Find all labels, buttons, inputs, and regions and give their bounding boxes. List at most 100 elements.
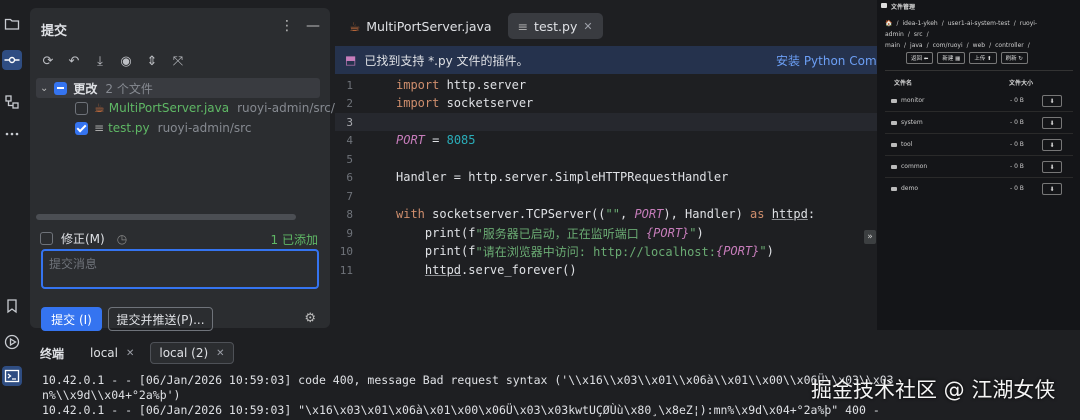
breadcrumb-item[interactable]: controller — [995, 42, 1024, 49]
close-icon[interactable]: ✕ — [583, 20, 592, 33]
refresh-button[interactable]: 刷新 ↻ — [1000, 52, 1029, 64]
close-icon[interactable]: ✕ — [126, 348, 134, 359]
chevron-down-icon[interactable]: ⌄ — [40, 83, 48, 94]
minimize-icon[interactable]: — — [306, 18, 320, 34]
amend-option[interactable]: 修正(M) ◷ — [40, 230, 127, 247]
code-line: 10 print(f "请在浏览器中访问: http://localhost: {P… — [335, 242, 877, 260]
structure-icon[interactable] — [2, 92, 22, 112]
changes-checkbox[interactable] — [54, 81, 68, 95]
divider — [885, 155, 1073, 156]
commit-and-push-button[interactable]: 提交并推送(P)... — [108, 307, 213, 331]
line-number: 5 — [346, 152, 353, 166]
code-line: 8 with socketserver.TCPServer(("", PORT)… — [335, 205, 877, 223]
file-checkbox[interactable] — [75, 121, 88, 135]
terminal-tabs: 终端 local ✕ local (2) ✕ — [30, 342, 234, 364]
back-button[interactable]: 返回 ⬅ — [906, 52, 934, 64]
file-row[interactable]: ☕ MultiPortServer.java ruoyi-admin/src/m… — [75, 98, 365, 118]
changes-group-row[interactable]: ⌄ 更改 2 个文件 — [36, 78, 320, 98]
amend-label: 修正(M) — [61, 232, 105, 246]
breadcrumb-item[interactable]: java — [910, 42, 923, 49]
list-item[interactable]: common - 0 B ⬇ — [891, 161, 1069, 181]
file-checkbox[interactable] — [75, 101, 88, 115]
breadcrumb-item[interactable]: com/ruoyi — [933, 42, 963, 49]
horizontal-scrollbar[interactable] — [36, 214, 296, 220]
line-number: 3 — [346, 115, 353, 129]
editor-tabs: ☕ MultiPortServer.java ≡ test.py ✕ — [335, 8, 877, 44]
divider — [885, 111, 1073, 112]
new-button[interactable]: 新建 ▦ — [937, 52, 966, 64]
terminal-icon[interactable] — [2, 366, 22, 386]
terminal-panel: 终端 local ✕ local (2) ✕ 10.42.0.1 - - [06… — [30, 336, 1080, 420]
options-icon[interactable]: ⋮ — [280, 18, 294, 34]
refresh-icon[interactable]: ⟳ — [40, 53, 56, 69]
file-size: - 0 B — [1010, 141, 1024, 148]
more-icon[interactable] — [2, 124, 22, 144]
collapse-all-icon[interactable]: ⤧ — [170, 53, 186, 69]
download-button[interactable]: ⬇ — [1042, 117, 1062, 129]
upload-button[interactable]: 上传 ⬆ — [969, 52, 997, 64]
divider — [885, 70, 1073, 71]
expand-panel-button[interactable]: » — [864, 230, 876, 244]
download-icon[interactable]: ⤓ — [92, 53, 108, 69]
commit-button[interactable]: 提交 (I) — [41, 307, 102, 331]
home-icon[interactable]: 🏠 — [885, 20, 892, 27]
download-button[interactable]: ⬇ — [1042, 161, 1062, 173]
download-button[interactable]: ⬇ — [1042, 139, 1062, 151]
column-header-size: 文件大小 — [1009, 80, 1034, 87]
folder-name[interactable]: monitor — [901, 97, 924, 104]
tab-multiportserver[interactable]: ☕ MultiPortServer.java — [339, 13, 502, 39]
list-item[interactable]: monitor - 0 B ⬇ — [891, 95, 1069, 115]
puzzle-icon: ⬒ — [345, 53, 357, 67]
file-name: MultiPortServer.java — [108, 101, 230, 115]
folder-icon[interactable] — [2, 14, 22, 34]
commit-message-input[interactable] — [43, 251, 317, 287]
file-row[interactable]: ≡ test.py ruoyi-admin/src — [75, 118, 251, 138]
folder-icon — [891, 186, 897, 191]
folder-icon — [891, 120, 897, 125]
download-button[interactable]: ⬇ — [1042, 95, 1062, 107]
folder-name[interactable]: system — [901, 119, 923, 126]
run-icon[interactable] — [2, 332, 22, 352]
eye-icon[interactable]: ◉ — [118, 53, 134, 69]
changes-label: 更改 — [73, 81, 98, 96]
clock-icon[interactable]: ◷ — [117, 232, 127, 246]
bookmark-icon[interactable] — [2, 296, 22, 316]
watermark: 掘金技术社区 @ 江湖女侠 — [811, 378, 1056, 402]
rollback-icon[interactable]: ↶ — [66, 53, 82, 69]
line-number: 11 — [339, 263, 353, 277]
folder-name[interactable]: tool — [901, 141, 912, 148]
line-number: 1 — [346, 78, 353, 92]
commit-panel: 提交 ⋮ — ⟳ ↶ ⤓ ◉ ⇕ ⤧ ⌄ 更改 2 个文件 ☕ MultiPor… — [30, 8, 365, 331]
gear-icon[interactable]: ⚙ — [304, 311, 316, 326]
tab-test-py[interactable]: ≡ test.py ✕ — [507, 13, 603, 39]
code-line: 2 import socketserver — [335, 94, 877, 112]
breadcrumb-item[interactable]: web — [973, 42, 985, 49]
commit-message-box[interactable] — [41, 249, 319, 289]
code-area[interactable]: 1 import http.server 2 import socketserv… — [335, 76, 877, 328]
code-line: 6 Handler = http.server.SimpleHTTPReques… — [335, 168, 877, 186]
breadcrumb-item[interactable]: src — [914, 31, 923, 38]
download-button[interactable]: ⬇ — [1042, 183, 1062, 195]
list-item[interactable]: system - 0 B ⬇ — [891, 117, 1069, 137]
tab-local-2[interactable]: local (2) ✕ — [150, 342, 234, 364]
breadcrumb-item[interactable]: user1-ai-system-test — [948, 20, 1010, 27]
line-number: 10 — [339, 244, 353, 258]
java-file-icon: ☕ — [94, 101, 105, 115]
breadcrumb-item[interactable]: main — [885, 42, 900, 49]
list-item[interactable]: demo - 0 B ⬇ — [891, 183, 1069, 203]
commit-icon[interactable] — [2, 50, 22, 70]
line-number: 7 — [346, 189, 353, 203]
amend-checkbox[interactable] — [40, 232, 53, 245]
expand-all-icon[interactable]: ⇕ — [144, 53, 160, 69]
install-plugin-link[interactable]: 安装 Python Comm — [776, 52, 877, 69]
close-icon[interactable]: ✕ — [216, 348, 224, 359]
tab-local[interactable]: local ✕ — [82, 342, 142, 364]
tab-label: MultiPortServer.java — [366, 18, 492, 34]
folder-name[interactable]: demo — [901, 185, 918, 192]
list-item[interactable]: tool - 0 B ⬇ — [891, 139, 1069, 159]
notice-text: 已找到支持 *.py 文件的插件。 — [364, 53, 529, 68]
folder-icon — [891, 164, 897, 169]
breadcrumb-item[interactable]: idea-1-ykeh — [903, 20, 938, 27]
folder-name[interactable]: common — [901, 163, 927, 170]
divider — [885, 133, 1073, 134]
